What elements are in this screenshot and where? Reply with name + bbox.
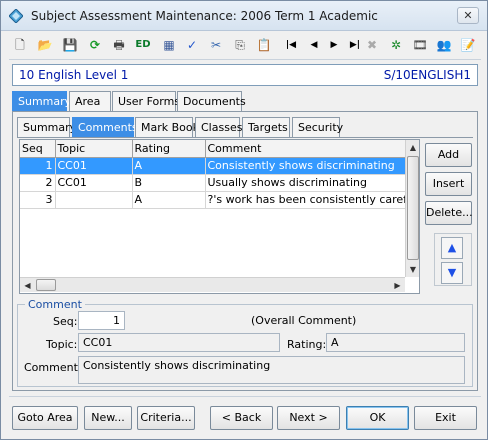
scroll-thumb[interactable]	[36, 279, 56, 291]
add-button[interactable]: Add	[425, 143, 472, 167]
topic-label: Topic:	[46, 338, 78, 351]
tab-summary[interactable]: Summary	[12, 91, 71, 111]
subject-code: S/10ENGLISH1	[383, 68, 471, 82]
subtab-mark-book[interactable]: Mark Book	[135, 117, 199, 137]
criteria-button[interactable]: Criteria...	[137, 406, 195, 430]
new-button[interactable]: New...	[84, 406, 132, 430]
move-up-button[interactable]: ▲	[441, 237, 463, 259]
toolbar: 🗋 📂 💾 ⟳ 🖶 ED ▦ ✓ ✂ ⎘ 📋 |◀ ◀ ▶ ▶| ✖ ✲ 🎞 👥…	[9, 35, 481, 57]
cell-seq: 2	[20, 174, 56, 192]
title-bar: Subject Assessment Maintenance: 2006 Ter…	[1, 1, 487, 31]
scroll-left-icon[interactable]: ◀	[21, 279, 34, 292]
next-button[interactable]: Next >	[277, 406, 340, 430]
move-down-button[interactable]: ▼	[441, 262, 463, 284]
print-icon[interactable]: 🖶	[110, 36, 128, 54]
back-button[interactable]: < Back	[210, 406, 273, 430]
grid-horizontal-scrollbar[interactable]: ◀ ▶	[20, 277, 405, 292]
grid-header-row: Seq Topic Rating Comment	[20, 140, 407, 158]
goto-area-button[interactable]: Goto Area	[12, 406, 78, 430]
open-folder-icon[interactable]: 📂	[36, 36, 54, 54]
comment-group-legend: Comment	[25, 298, 85, 311]
cell-rating: A	[132, 157, 206, 175]
subtab-security[interactable]: Security	[292, 117, 343, 137]
column-header-topic[interactable]: Topic	[55, 140, 133, 158]
delete-icon[interactable]: ✖	[363, 36, 381, 54]
insert-button[interactable]: Insert	[425, 172, 472, 196]
scroll-down-icon[interactable]: ▼	[407, 263, 419, 276]
cut-icon[interactable]: ✂	[207, 36, 225, 54]
tab-user-forms[interactable]: User Forms	[112, 91, 180, 111]
ok-button[interactable]: OK	[346, 406, 409, 430]
window: Subject Assessment Maintenance: 2006 Ter…	[0, 0, 488, 440]
rating-label: Rating:	[287, 338, 327, 351]
cell-seq: 1	[20, 157, 56, 175]
cell-rating: B	[132, 174, 206, 192]
delete-button[interactable]: Delete...	[425, 201, 473, 225]
calculator-icon[interactable]: ▦	[160, 36, 178, 54]
tab-documents[interactable]: Documents	[177, 91, 246, 111]
cell-seq: 3	[20, 191, 56, 209]
scroll-right-icon[interactable]: ▶	[391, 279, 404, 292]
rating-field[interactable]: A	[326, 333, 465, 352]
overall-comment-label: (Overall Comment)	[251, 314, 357, 327]
subtab-classes[interactable]: Classes	[195, 117, 242, 137]
settings-icon[interactable]: ✲	[387, 36, 405, 54]
spellcheck-icon[interactable]: ✓	[183, 36, 201, 54]
cell-comment: Usually shows discriminating	[205, 174, 407, 192]
scroll-up-icon[interactable]: ▲	[407, 141, 419, 154]
subtab-summary[interactable]: Summary	[17, 117, 76, 137]
subtab-comments[interactable]: Comments	[72, 117, 138, 137]
table-row[interactable]: 3 A ?'s work has been consistently caref…	[20, 191, 407, 209]
comment-label: Comment:	[24, 361, 82, 374]
next-record-icon[interactable]: ▶	[325, 36, 343, 54]
exit-button[interactable]: Exit	[414, 406, 477, 430]
subject-header: 10 English Level 1 S/10ENGLISH1	[12, 64, 478, 86]
cell-topic: CC01	[55, 174, 133, 192]
seq-label: Seq:	[53, 315, 78, 328]
cell-comment: Consistently shows discriminating	[205, 157, 407, 175]
toolbar-separator	[9, 59, 481, 60]
grid-vertical-scrollbar[interactable]: ▲ ▼	[405, 140, 419, 277]
column-header-comment[interactable]: Comment	[205, 140, 407, 158]
column-header-rating[interactable]: Rating	[132, 140, 206, 158]
tab-area[interactable]: Area	[69, 91, 111, 111]
people-icon[interactable]: 👥	[435, 36, 453, 54]
last-record-icon[interactable]: ▶|	[346, 36, 364, 54]
new-document-icon[interactable]: 🗋	[11, 36, 29, 54]
cell-topic: CC01	[55, 157, 133, 175]
seq-field[interactable]: 1	[78, 311, 125, 330]
table-row[interactable]: 1 CC01 A Consistently shows discriminati…	[20, 157, 407, 175]
comments-grid[interactable]: Seq Topic Rating Comment 1 CC01 A Consis…	[19, 139, 420, 294]
table-row[interactable]: 2 CC01 B Usually shows discriminating	[20, 174, 407, 192]
window-title: Subject Assessment Maintenance: 2006 Ter…	[31, 9, 378, 23]
footer-separator	[9, 396, 481, 397]
app-icon	[9, 9, 23, 23]
report-icon[interactable]: 📝	[459, 36, 477, 54]
film-icon[interactable]: 🎞	[411, 36, 429, 54]
export-icon[interactable]: ED	[134, 36, 152, 54]
subtab-targets[interactable]: Targets	[242, 117, 290, 137]
refresh-icon[interactable]: ⟳	[86, 36, 104, 54]
cell-topic	[55, 191, 133, 209]
column-header-seq[interactable]: Seq	[20, 140, 56, 158]
copy-icon[interactable]: ⎘	[231, 36, 249, 54]
arrow-up-icon: ▲	[447, 241, 457, 254]
scroll-thumb[interactable]	[407, 156, 419, 260]
arrow-down-icon: ▼	[447, 266, 457, 279]
paste-icon[interactable]: 📋	[255, 36, 273, 54]
close-button[interactable]: ✕	[457, 7, 479, 24]
previous-record-icon[interactable]: ◀	[305, 36, 323, 54]
save-icon[interactable]: 💾	[61, 36, 79, 54]
subject-name: 10 English Level 1	[19, 68, 129, 82]
topic-field[interactable]: CC01	[78, 333, 280, 352]
cell-comment: ?'s work has been consistently careful	[205, 191, 407, 209]
first-record-icon[interactable]: |◀	[282, 36, 300, 54]
cell-rating: A	[132, 191, 206, 209]
comment-field[interactable]: Consistently shows discriminating	[78, 356, 465, 384]
